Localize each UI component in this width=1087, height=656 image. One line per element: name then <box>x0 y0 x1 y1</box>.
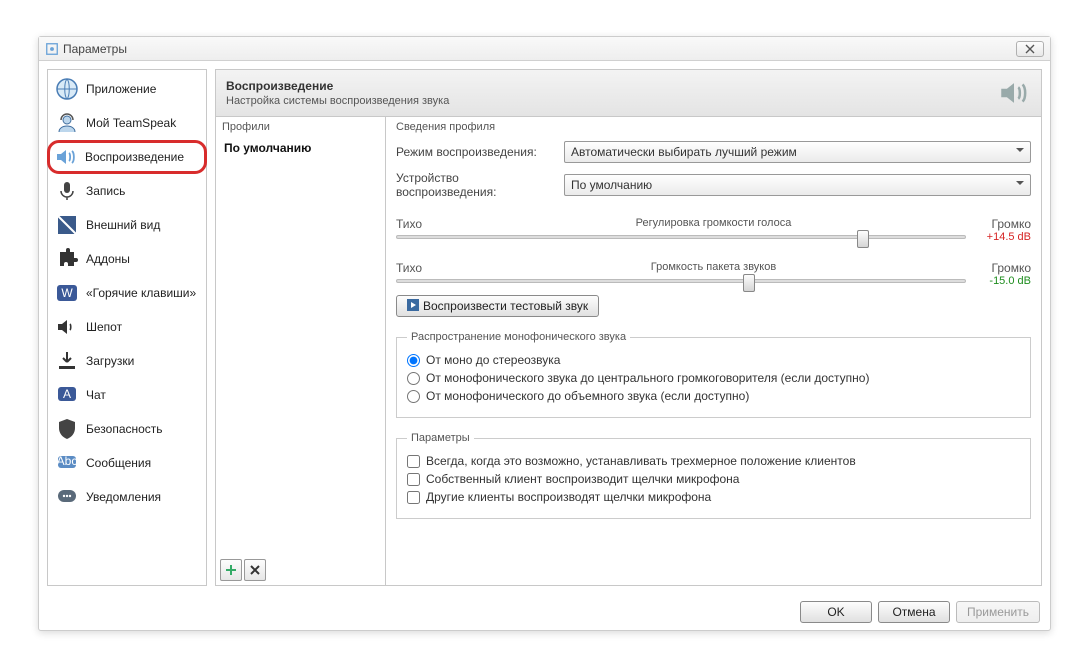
chk-own-mic-clicks[interactable] <box>407 473 420 486</box>
sidebar-item-label: Запись <box>86 184 125 198</box>
shield-icon <box>54 416 80 442</box>
soundpack-volume-slider[interactable] <box>396 279 966 283</box>
section-title: Воспроизведение <box>226 79 997 93</box>
chk-other-mic-clicks[interactable] <box>407 491 420 504</box>
slider-left-label: Тихо <box>396 261 422 275</box>
add-profile-button[interactable] <box>220 559 242 581</box>
body: Приложение Мой TeamSpeak Воспроизведение… <box>39 61 1050 594</box>
mono-radio-stereo[interactable] <box>407 354 420 367</box>
voice-volume-slider[interactable] <box>396 235 966 239</box>
sidebar-item-addons[interactable]: Аддоны <box>48 242 206 276</box>
main: Воспроизведение Настройка системы воспро… <box>215 69 1042 586</box>
ok-button[interactable]: OK <box>800 601 872 623</box>
sidebar-item-label: Безопасность <box>86 422 163 436</box>
sidebar-item-label: Внешний вид <box>86 218 160 232</box>
slider-thumb[interactable] <box>743 274 755 292</box>
mono-legend: Распространение монофонического звука <box>407 331 630 343</box>
soundpack-volume-value: -15.0 dB <box>976 275 1031 287</box>
slider-right-label: Громко <box>992 217 1031 231</box>
puzzle-icon <box>54 246 80 272</box>
close-button[interactable] <box>1016 41 1044 57</box>
section-subtitle: Настройка системы воспроизведения звука <box>226 95 997 107</box>
mono-radio-surround[interactable] <box>407 390 420 403</box>
cancel-button[interactable]: Отмена <box>878 601 950 623</box>
playback-mode-select[interactable]: Автоматически выбирать лучший режим <box>564 141 1031 163</box>
chk-3d-position[interactable] <box>407 455 420 468</box>
details-column: Сведения профиля Режим воспроизведения: … <box>386 117 1041 585</box>
slider-right-label: Громко <box>992 261 1031 275</box>
user-headset-icon <box>54 110 80 136</box>
sidebar-item-myteamspeak[interactable]: Мой TeamSpeak <box>48 106 206 140</box>
sidebar-item-label: Чат <box>86 388 106 402</box>
remove-profile-button[interactable] <box>244 559 266 581</box>
sidebar-item-label: Шепот <box>86 320 122 334</box>
chat-icon: A <box>54 382 80 408</box>
sidebar-item-notifications[interactable]: Уведомления <box>48 480 206 514</box>
footer: OK Отмена Применить <box>39 594 1050 630</box>
sidebar-item-playback[interactable]: Воспроизведение <box>47 140 207 174</box>
titlebar: Параметры <box>39 37 1050 61</box>
sidebar-item-chat[interactable]: A Чат <box>48 378 206 412</box>
sidebar: Приложение Мой TeamSpeak Воспроизведение… <box>47 69 207 586</box>
sidebar-item-downloads[interactable]: Загрузки <box>48 344 206 378</box>
sidebar-item-security[interactable]: Безопасность <box>48 412 206 446</box>
play-test-sound-button[interactable]: Воспроизвести тестовый звук <box>396 295 599 317</box>
soundpack-volume-slider-block: Тихо Громкость пакета звуков Громко -15.… <box>396 261 1031 287</box>
mono-radio-center[interactable] <box>407 372 420 385</box>
download-icon <box>54 348 80 374</box>
design-icon <box>54 212 80 238</box>
globe-icon <box>54 76 80 102</box>
sidebar-item-design[interactable]: Внешний вид <box>48 208 206 242</box>
options-legend: Параметры <box>407 432 474 444</box>
window: Параметры Приложение Мой TeamSpeak Воспр… <box>38 36 1051 631</box>
whisper-icon <box>54 314 80 340</box>
mono-fieldset: Распространение монофонического звука От… <box>396 331 1031 418</box>
sidebar-item-label: «Горячие клавиши» <box>86 286 196 300</box>
slider-center-label: Громкость пакета звуков <box>651 261 776 273</box>
section-header: Воспроизведение Настройка системы воспро… <box>216 70 1041 117</box>
svg-text:Abc: Abc <box>57 454 78 468</box>
sidebar-item-capture[interactable]: Запись <box>48 174 206 208</box>
mic-icon <box>54 178 80 204</box>
key-icon: W <box>54 280 80 306</box>
sidebar-item-label: Воспроизведение <box>85 150 184 164</box>
apply-button[interactable]: Применить <box>956 601 1040 623</box>
playback-mode-label: Режим воспроизведения: <box>396 145 556 159</box>
profiles-header: Профили <box>216 117 385 137</box>
speaker-icon <box>53 144 79 170</box>
profiles-list[interactable]: По умолчанию <box>216 137 385 555</box>
sidebar-item-label: Загрузки <box>86 354 134 368</box>
options-fieldset: Параметры Всегда, когда это возможно, ус… <box>396 432 1031 519</box>
slider-left-label: Тихо <box>396 217 422 231</box>
play-icon <box>407 299 419 314</box>
slider-thumb[interactable] <box>857 230 869 248</box>
sidebar-item-hotkeys[interactable]: W «Горячие клавиши» <box>48 276 206 310</box>
sidebar-item-application[interactable]: Приложение <box>48 72 206 106</box>
notification-icon <box>54 484 80 510</box>
columns: Профили По умолчанию Сведения профиля Ре… <box>216 117 1041 585</box>
sidebar-item-messages[interactable]: Abc Сообщения <box>48 446 206 480</box>
svg-text:A: A <box>63 387 71 401</box>
voice-volume-slider-block: Тихо Регулировка громкости голоса Громко… <box>396 217 1031 243</box>
playback-device-select[interactable]: По умолчанию <box>564 174 1031 196</box>
sidebar-item-label: Мой TeamSpeak <box>86 116 176 130</box>
window-title: Параметры <box>63 42 127 56</box>
voice-volume-value: +14.5 dB <box>976 231 1031 243</box>
app-icon <box>45 42 59 56</box>
message-icon: Abc <box>54 450 80 476</box>
profiles-column: Профили По умолчанию <box>216 117 386 585</box>
sidebar-item-label: Приложение <box>86 82 156 96</box>
playback-device-label: Устройство воспроизведения: <box>396 171 556 199</box>
profile-item[interactable]: По умолчанию <box>216 137 385 159</box>
speaker-icon <box>997 76 1031 110</box>
svg-text:W: W <box>61 286 73 300</box>
sidebar-item-label: Уведомления <box>86 490 161 504</box>
details-header: Сведения профиля <box>396 121 1031 133</box>
sidebar-item-label: Сообщения <box>86 456 151 470</box>
sidebar-item-label: Аддоны <box>86 252 130 266</box>
sidebar-item-whisper[interactable]: Шепот <box>48 310 206 344</box>
slider-center-label: Регулировка громкости голоса <box>636 217 792 229</box>
